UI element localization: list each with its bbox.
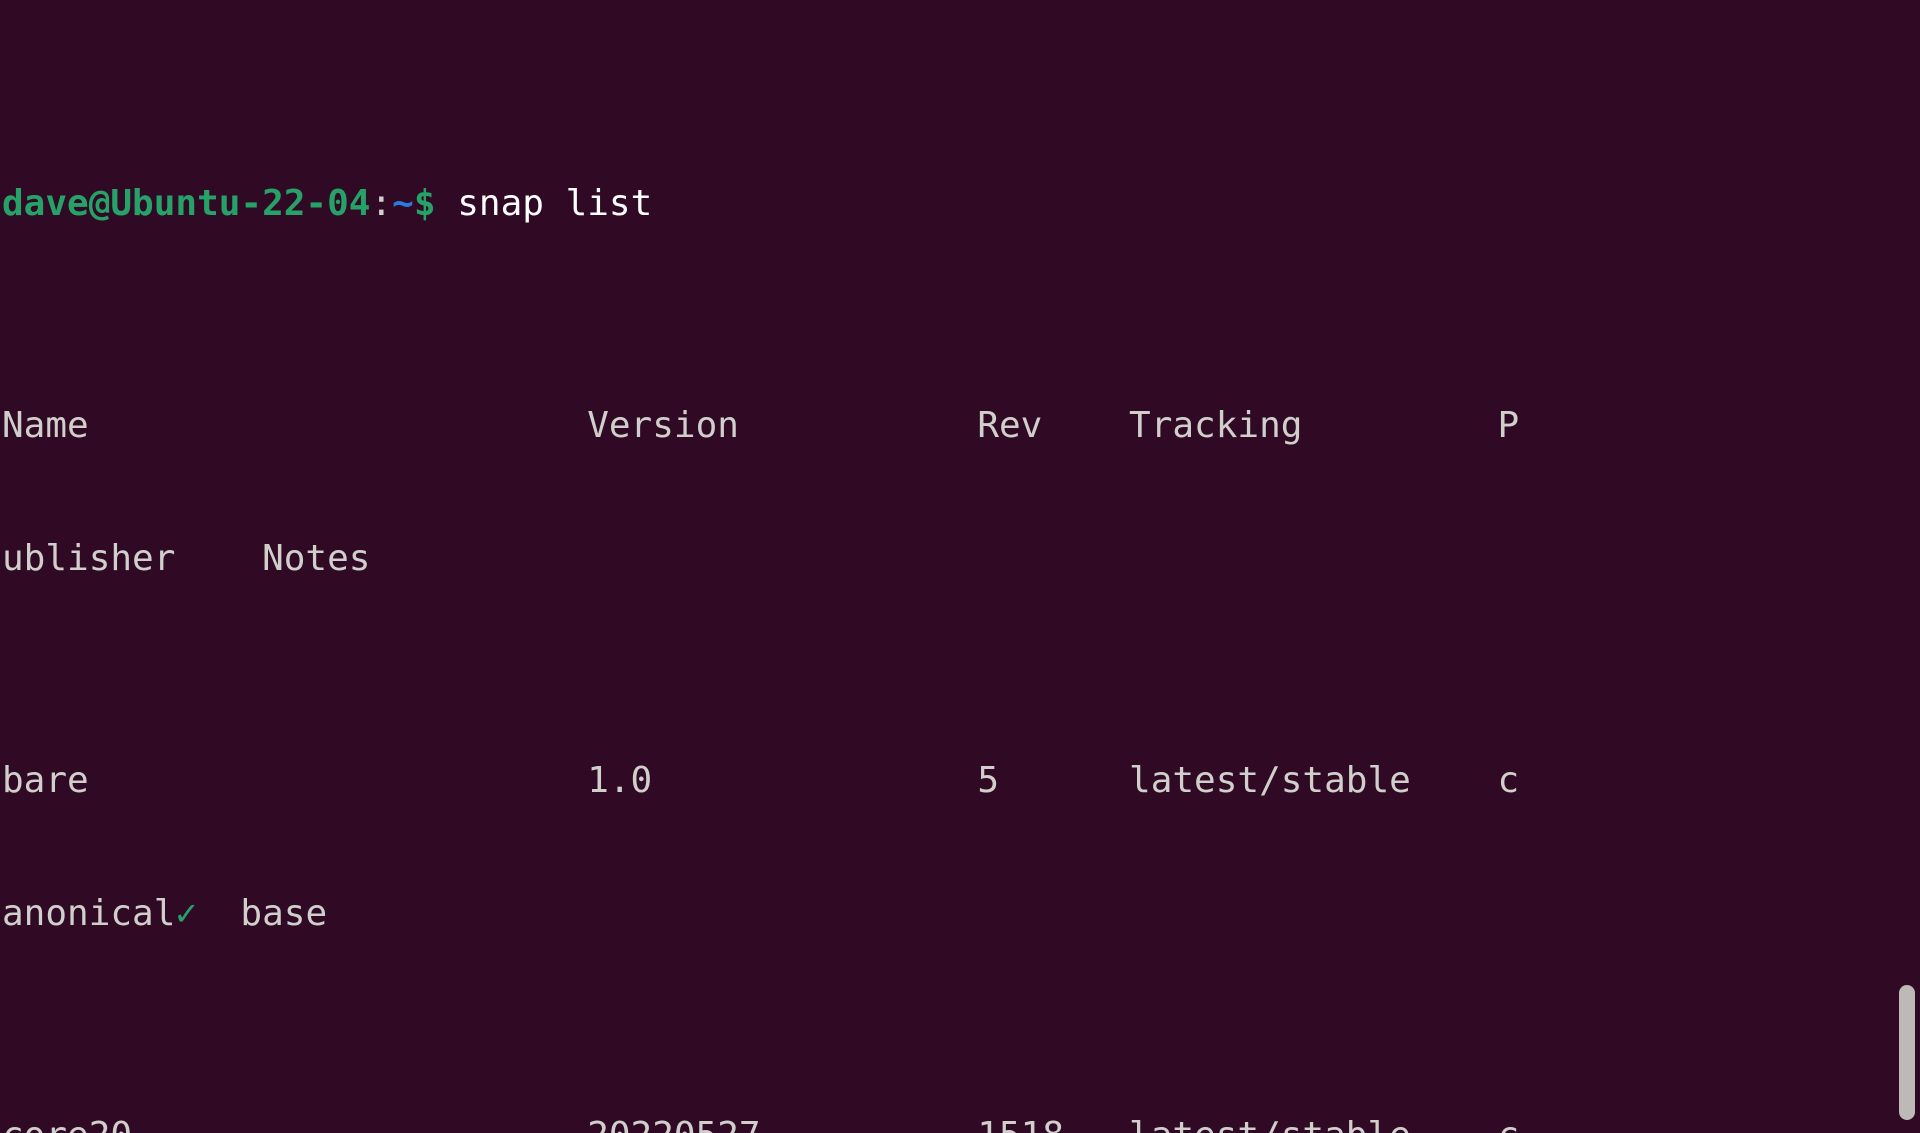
terminal-screen[interactable]: dave@Ubuntu-22-04:~$ snap list Name Vers…	[2, 4, 1920, 1133]
prompt-path: ~	[392, 182, 414, 224]
notes-text: base	[197, 893, 328, 935]
table-header-line-1: Name Version Rev Tracking P	[2, 404, 1520, 446]
terminal-window[interactable]: dave@Ubuntu-22-04:~$ snap list Name Vers…	[0, 0, 1920, 1133]
prompt-colon: :	[370, 182, 393, 224]
verified-check-icon: ✓	[175, 893, 198, 935]
prompt-user-host: dave@Ubuntu-22-04	[2, 182, 371, 224]
scrollbar-thumb[interactable]	[1899, 985, 1915, 1120]
command-prompt-line: dave@Ubuntu-22-04:~$ snap list	[2, 182, 1920, 226]
table-header-line-2: ublisher Notes	[2, 537, 371, 579]
publisher-text: anonical	[2, 893, 176, 935]
table-row: core20 20220527 1518 latest/stable c	[2, 1114, 1920, 1133]
table-row: bare 1.0 5 latest/stable c	[2, 759, 1520, 801]
command-spacer	[436, 183, 458, 224]
scrollbar[interactable]	[1894, 0, 1920, 1133]
table-row-continuation: anonical✓ base	[2, 892, 1920, 936]
command-text: snap list	[457, 182, 653, 224]
prompt-sigil: $	[413, 182, 436, 224]
